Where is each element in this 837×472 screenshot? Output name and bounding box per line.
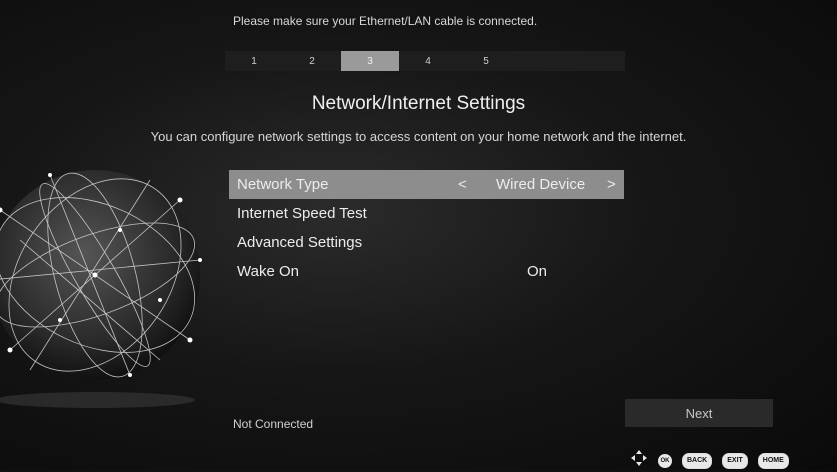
step-4: 4	[425, 55, 431, 67]
connection-notice: Please make sure your Ethernet/LAN cable…	[233, 14, 538, 28]
arrow-left-icon[interactable]: <	[458, 176, 467, 193]
remote-key-hints: OK BACK EXIT HOME	[630, 449, 789, 472]
menu-item-label: Network Type	[237, 176, 329, 193]
page-title: Network/Internet Settings	[311, 93, 526, 114]
wake-on-value: On	[527, 263, 548, 280]
menu-item-label: Wake On	[237, 263, 299, 280]
connection-status: Not Connected	[233, 417, 314, 431]
step-2: 2	[309, 55, 315, 67]
navigation-arrows-icon	[630, 449, 648, 472]
step-5: 5	[483, 55, 489, 67]
menu-item-wake-on[interactable]: Wake On On	[229, 257, 624, 286]
network-type-value: Wired Device	[496, 176, 586, 193]
step-1: 1	[251, 55, 257, 67]
menu-item-internet-speed-test[interactable]: Internet Speed Test	[229, 199, 624, 228]
page-subtitle: You can configure network settings to ac…	[150, 129, 687, 144]
exit-key-icon: EXIT	[722, 452, 748, 469]
menu-item-advanced-settings[interactable]: Advanced Settings	[229, 228, 624, 257]
globe-graphic	[0, 150, 230, 415]
menu-item-label: Advanced Settings	[237, 234, 363, 251]
step-3-current: 3	[341, 51, 399, 71]
next-button[interactable]: Next	[625, 399, 773, 427]
back-key-icon: BACK	[682, 452, 713, 469]
home-key-icon: HOME	[757, 452, 789, 469]
settings-menu: Network Type < Wired Device > Internet S…	[229, 170, 624, 286]
arrow-right-icon[interactable]: >	[607, 176, 616, 193]
ok-key-icon: OK	[658, 453, 672, 468]
menu-item-label: Internet Speed Test	[237, 205, 367, 222]
menu-item-network-type[interactable]: Network Type < Wired Device >	[229, 170, 624, 199]
step-progress-bar: 1 2 3 4 5	[225, 51, 625, 71]
